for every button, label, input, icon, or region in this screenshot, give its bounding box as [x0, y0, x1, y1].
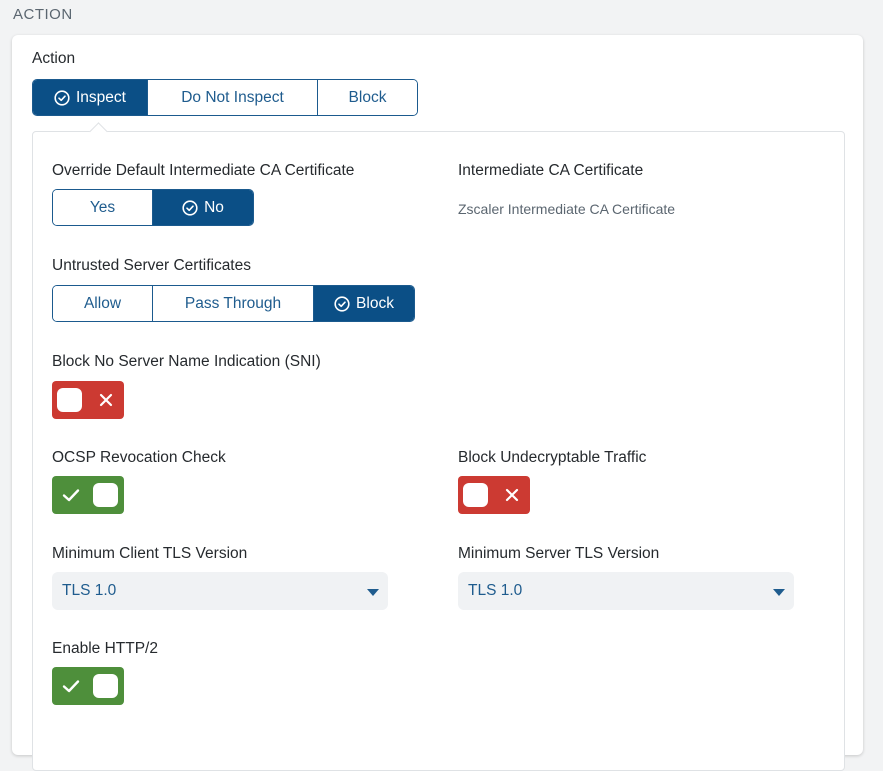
action-segmented-control: Inspect Do Not Inspect Block [32, 79, 418, 116]
untrusted-option-pass-through-label: Pass Through [184, 294, 282, 312]
min-server-tls-value: TLS 1.0 [468, 582, 523, 599]
action-option-inspect[interactable]: Inspect [33, 80, 148, 115]
override-ca-option-yes[interactable]: Yes [53, 190, 153, 225]
min-client-tls-label: Minimum Client TLS Version [52, 545, 248, 562]
untrusted-certs-label: Untrusted Server Certificates [52, 257, 251, 274]
toggle-knob [57, 388, 82, 412]
override-ca-option-yes-label: Yes [89, 198, 116, 216]
ocsp-toggle[interactable] [52, 476, 124, 514]
min-client-tls-select[interactable]: TLS 1.0 [52, 572, 388, 610]
override-ca-label: Override Default Intermediate CA Certifi… [52, 162, 355, 179]
toggle-knob [93, 483, 118, 507]
check-circle-icon [54, 89, 70, 106]
close-icon [99, 393, 113, 407]
action-label: Action [32, 50, 76, 67]
check-circle-icon [182, 199, 198, 216]
untrusted-option-block-label: Block [356, 294, 394, 312]
untrusted-certs-segmented-control: Allow Pass Through Block [52, 285, 415, 322]
intermediate-ca-label: Intermediate CA Certificate [458, 162, 644, 179]
min-server-tls-label: Minimum Server TLS Version [458, 545, 660, 562]
close-icon [505, 488, 519, 502]
override-ca-option-no-label: No [204, 198, 224, 216]
toggle-knob [93, 674, 118, 698]
ocsp-label: OCSP Revocation Check [52, 449, 226, 466]
http2-toggle[interactable] [52, 667, 124, 705]
block-undecryptable-toggle[interactable] [458, 476, 530, 514]
untrusted-option-allow-label: Allow [83, 294, 122, 312]
http2-label: Enable HTTP/2 [52, 640, 158, 657]
toggle-knob [463, 483, 488, 507]
untrusted-option-block[interactable]: Block [314, 286, 414, 321]
intermediate-ca-value: Zscaler Intermediate CA Certificate [458, 201, 676, 217]
block-sni-label: Block No Server Name Indication (SNI) [52, 353, 321, 370]
caret-down-icon [773, 589, 785, 596]
caret-down-icon [367, 589, 379, 596]
check-circle-icon [334, 295, 350, 312]
check-icon [62, 489, 80, 502]
action-option-block-label: Block [348, 88, 387, 106]
untrusted-option-allow[interactable]: Allow [53, 286, 153, 321]
override-ca-option-no[interactable]: No [153, 190, 253, 225]
min-client-tls-value: TLS 1.0 [62, 582, 117, 599]
min-server-tls-select[interactable]: TLS 1.0 [458, 572, 794, 610]
block-undecryptable-label: Block Undecryptable Traffic [458, 449, 647, 466]
section-title: ACTION [13, 6, 73, 23]
action-option-block[interactable]: Block [318, 80, 417, 115]
action-option-do-not-inspect-label: Do Not Inspect [181, 88, 284, 106]
override-ca-segmented-control: Yes No [52, 189, 254, 226]
block-sni-toggle[interactable] [52, 381, 124, 419]
action-card: Action Inspect Do Not Inspect Block Over… [12, 35, 863, 771]
check-icon [62, 680, 80, 693]
untrusted-option-pass-through[interactable]: Pass Through [153, 286, 314, 321]
action-option-inspect-label: Inspect [76, 88, 126, 106]
action-option-do-not-inspect[interactable]: Do Not Inspect [148, 80, 318, 115]
